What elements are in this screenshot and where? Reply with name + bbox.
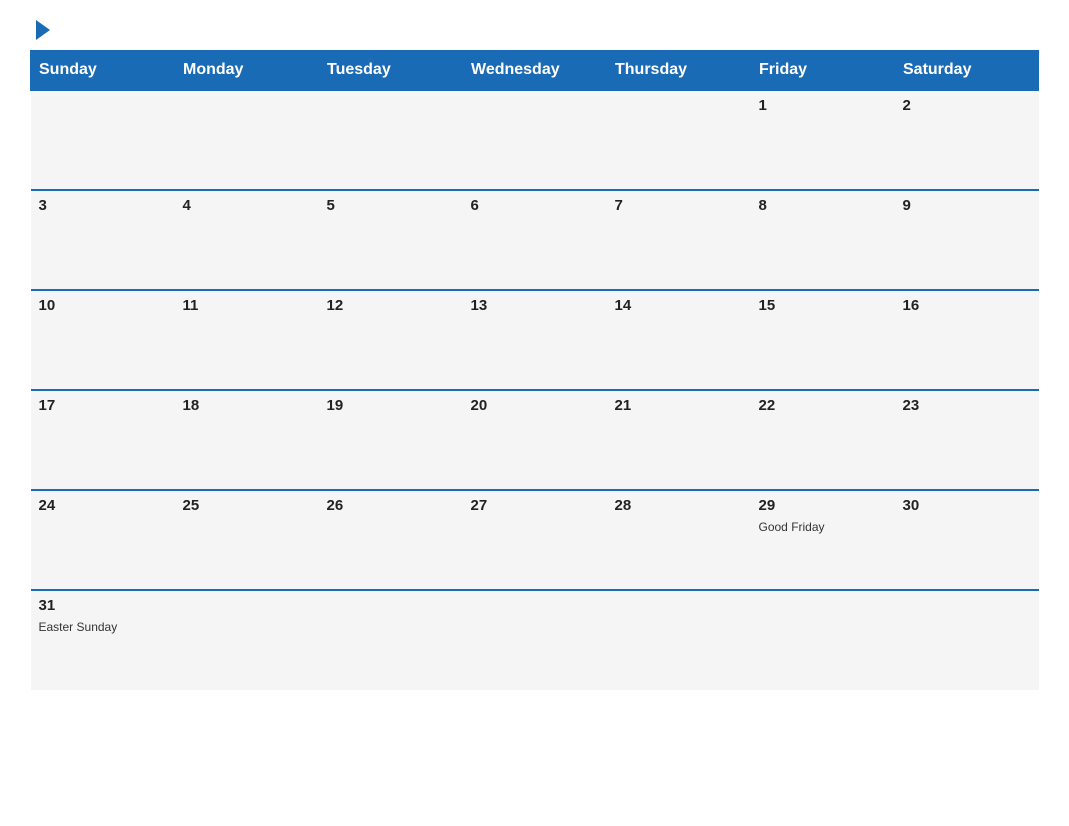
calendar-day-cell: 26 bbox=[319, 490, 463, 590]
weekday-header-thursday: Thursday bbox=[607, 51, 751, 91]
calendar-day-cell bbox=[31, 90, 175, 190]
calendar-day-cell: 3 bbox=[31, 190, 175, 290]
calendar-day-cell: 15 bbox=[751, 290, 895, 390]
day-number: 19 bbox=[327, 397, 455, 414]
calendar-day-cell: 6 bbox=[463, 190, 607, 290]
day-number: 12 bbox=[327, 297, 455, 314]
calendar-day-cell: 23 bbox=[895, 390, 1039, 490]
day-number: 4 bbox=[183, 197, 311, 214]
day-number: 3 bbox=[39, 197, 167, 214]
calendar-day-cell bbox=[463, 90, 607, 190]
weekday-header-friday: Friday bbox=[751, 51, 895, 91]
day-number: 14 bbox=[615, 297, 743, 314]
calendar-day-cell: 21 bbox=[607, 390, 751, 490]
calendar-day-cell: 14 bbox=[607, 290, 751, 390]
day-number: 18 bbox=[183, 397, 311, 414]
calendar-day-cell: 1 bbox=[751, 90, 895, 190]
day-number: 28 bbox=[615, 497, 743, 514]
calendar-day-cell: 5 bbox=[319, 190, 463, 290]
calendar-week-row: 12 bbox=[31, 90, 1039, 190]
calendar-day-cell: 20 bbox=[463, 390, 607, 490]
calendar-day-cell bbox=[607, 90, 751, 190]
calendar-day-cell: 7 bbox=[607, 190, 751, 290]
logo bbox=[30, 20, 58, 40]
day-number: 22 bbox=[759, 397, 887, 414]
holiday-label: Easter Sunday bbox=[39, 620, 118, 634]
calendar-day-cell bbox=[751, 590, 895, 690]
calendar-week-row: 24 25 26 27 28 29 Good Friday 30 bbox=[31, 490, 1039, 590]
day-number: 2 bbox=[903, 97, 1031, 114]
calendar-day-cell: 29 Good Friday bbox=[751, 490, 895, 590]
calendar-day-cell bbox=[175, 90, 319, 190]
calendar-day-cell: 4 bbox=[175, 190, 319, 290]
calendar-day-cell: 18 bbox=[175, 390, 319, 490]
calendar-day-cell bbox=[319, 590, 463, 690]
day-number: 21 bbox=[615, 397, 743, 414]
day-number: 10 bbox=[39, 297, 167, 314]
calendar-day-cell bbox=[319, 90, 463, 190]
calendar-day-cell: 28 bbox=[607, 490, 751, 590]
day-number: 25 bbox=[183, 497, 311, 514]
day-number: 7 bbox=[615, 197, 743, 214]
holiday-label: Good Friday bbox=[759, 520, 825, 534]
day-number: 31 bbox=[39, 597, 167, 614]
calendar-week-row: 17 18 19 20 21 22 23 bbox=[31, 390, 1039, 490]
calendar-day-cell: 27 bbox=[463, 490, 607, 590]
calendar-day-cell: 24 bbox=[31, 490, 175, 590]
day-number: 1 bbox=[759, 97, 887, 114]
day-number: 8 bbox=[759, 197, 887, 214]
calendar-day-cell: 8 bbox=[751, 190, 895, 290]
day-number: 23 bbox=[903, 397, 1031, 414]
day-number: 6 bbox=[471, 197, 599, 214]
calendar-day-cell: 12 bbox=[319, 290, 463, 390]
day-number: 24 bbox=[39, 497, 167, 514]
calendar-day-cell bbox=[463, 590, 607, 690]
calendar-day-cell bbox=[175, 590, 319, 690]
calendar-table: SundayMondayTuesdayWednesdayThursdayFrid… bbox=[30, 50, 1039, 690]
calendar-day-cell: 11 bbox=[175, 290, 319, 390]
weekday-header-wednesday: Wednesday bbox=[463, 51, 607, 91]
day-number: 20 bbox=[471, 397, 599, 414]
calendar-day-cell bbox=[607, 590, 751, 690]
calendar-day-cell: 31 Easter Sunday bbox=[31, 590, 175, 690]
calendar-day-cell: 9 bbox=[895, 190, 1039, 290]
calendar-day-cell bbox=[895, 590, 1039, 690]
calendar-day-cell: 13 bbox=[463, 290, 607, 390]
calendar-week-row: 31 Easter Sunday bbox=[31, 590, 1039, 690]
calendar-day-cell: 2 bbox=[895, 90, 1039, 190]
weekday-header-monday: Monday bbox=[175, 51, 319, 91]
calendar-day-cell: 25 bbox=[175, 490, 319, 590]
calendar-day-cell: 17 bbox=[31, 390, 175, 490]
logo-triangle-icon bbox=[36, 20, 50, 40]
day-number: 5 bbox=[327, 197, 455, 214]
weekday-header-saturday: Saturday bbox=[895, 51, 1039, 91]
calendar-day-cell: 10 bbox=[31, 290, 175, 390]
calendar-day-cell: 19 bbox=[319, 390, 463, 490]
day-number: 16 bbox=[903, 297, 1031, 314]
calendar-day-cell: 22 bbox=[751, 390, 895, 490]
calendar-day-cell: 16 bbox=[895, 290, 1039, 390]
day-number: 11 bbox=[183, 297, 311, 314]
day-number: 15 bbox=[759, 297, 887, 314]
weekday-header-row: SundayMondayTuesdayWednesdayThursdayFrid… bbox=[31, 51, 1039, 91]
day-number: 9 bbox=[903, 197, 1031, 214]
day-number: 29 bbox=[759, 497, 887, 514]
weekday-header-sunday: Sunday bbox=[31, 51, 175, 91]
calendar-week-row: 10 11 12 13 14 15 16 bbox=[31, 290, 1039, 390]
day-number: 13 bbox=[471, 297, 599, 314]
calendar-week-row: 3456789 bbox=[31, 190, 1039, 290]
page-header bbox=[30, 20, 1039, 40]
day-number: 26 bbox=[327, 497, 455, 514]
day-number: 30 bbox=[903, 497, 1031, 514]
calendar-day-cell: 30 bbox=[895, 490, 1039, 590]
day-number: 17 bbox=[39, 397, 167, 414]
day-number: 27 bbox=[471, 497, 599, 514]
weekday-header-tuesday: Tuesday bbox=[319, 51, 463, 91]
